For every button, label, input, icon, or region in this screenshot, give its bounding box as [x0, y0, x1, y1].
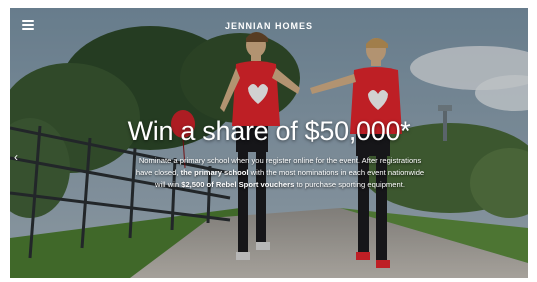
chevron-left-icon[interactable]: ‹ [14, 150, 18, 164]
description-part-3: to purchase sporting equipment. [294, 180, 405, 189]
hero-headline: Win a share of $50,000* [127, 116, 411, 146]
hero-banner: JENNIAN HOMES ‹ Win a share of $50,000* … [10, 8, 528, 278]
description-bold-vouchers: $2,500 of Rebel Sport vouchers [181, 180, 295, 189]
hero-description: Nominate a primary school when you regis… [134, 155, 426, 191]
description-bold-school: the primary school [180, 168, 249, 177]
brand-logo[interactable]: JENNIAN HOMES [10, 21, 528, 31]
